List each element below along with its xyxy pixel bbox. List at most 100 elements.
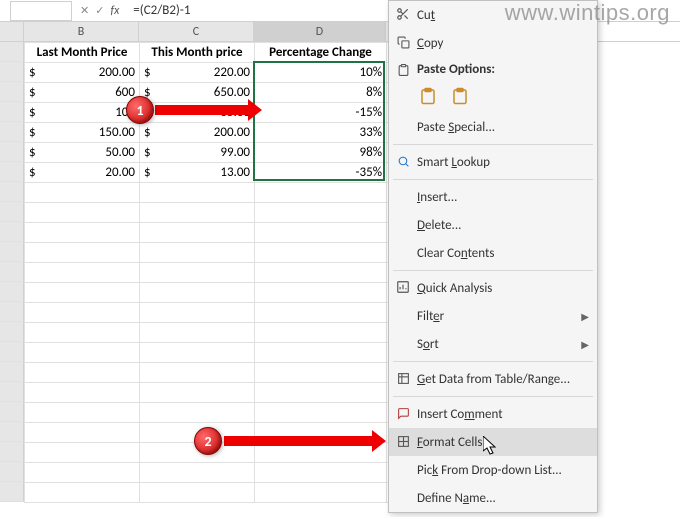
cell[interactable]: [140, 383, 255, 403]
cell[interactable]: [140, 283, 255, 303]
cell[interactable]: $220.00: [140, 63, 255, 83]
menu-insert-comment[interactable]: Insert Comment: [389, 400, 597, 428]
cell[interactable]: $150.00: [25, 123, 140, 143]
name-box[interactable]: [10, 1, 72, 21]
cell[interactable]: [25, 363, 140, 383]
cell[interactable]: [25, 243, 140, 263]
paste-option-keep[interactable]: [417, 85, 439, 107]
menu-sort[interactable]: Sort▶: [389, 330, 597, 358]
cell[interactable]: [255, 243, 387, 263]
cell[interactable]: $650.00: [140, 83, 255, 103]
cell[interactable]: [255, 283, 387, 303]
cell[interactable]: [25, 323, 140, 343]
cell[interactable]: [255, 183, 387, 203]
cell[interactable]: [140, 403, 255, 423]
cell[interactable]: [25, 443, 140, 463]
cell[interactable]: $600: [25, 83, 140, 103]
cell[interactable]: [25, 263, 140, 283]
cell[interactable]: $99.00: [140, 143, 255, 163]
cell[interactable]: $200.00: [25, 63, 140, 83]
row-header[interactable]: [0, 242, 24, 262]
row-header[interactable]: [0, 422, 24, 442]
menu-copy[interactable]: Copy: [389, 29, 597, 57]
fx-icon[interactable]: fx: [110, 4, 119, 18]
col-header-c[interactable]: C: [139, 22, 254, 41]
cell[interactable]: 10%: [255, 63, 387, 83]
menu-pick-list[interactable]: Pick From Drop-down List...: [389, 456, 597, 484]
row-header[interactable]: [0, 122, 24, 142]
cell[interactable]: $200.00: [140, 123, 255, 143]
row-header[interactable]: [0, 202, 24, 222]
menu-quick-analysis[interactable]: Quick Analysis: [389, 274, 597, 302]
cell[interactable]: $20.00: [25, 163, 140, 183]
menu-get-data[interactable]: Get Data from Table/Range...: [389, 365, 597, 393]
cell[interactable]: [25, 303, 140, 323]
cell[interactable]: [25, 403, 140, 423]
menu-insert[interactable]: Insert...: [389, 183, 597, 211]
cell[interactable]: [255, 323, 387, 343]
row-header[interactable]: [0, 362, 24, 382]
cell[interactable]: 98%: [255, 143, 387, 163]
cell[interactable]: [140, 223, 255, 243]
cell[interactable]: [255, 363, 387, 383]
paste-option-values[interactable]: [449, 85, 471, 107]
cell[interactable]: [255, 223, 387, 243]
cell[interactable]: This Month price: [140, 43, 255, 63]
cell[interactable]: [255, 203, 387, 223]
cell[interactable]: [25, 423, 140, 443]
cell[interactable]: [140, 363, 255, 383]
cell[interactable]: $13.00: [140, 163, 255, 183]
row-header[interactable]: [0, 82, 24, 102]
cell[interactable]: [255, 263, 387, 283]
menu-delete[interactable]: Delete...: [389, 211, 597, 239]
row-header[interactable]: [0, 442, 24, 462]
row-header[interactable]: [0, 322, 24, 342]
cell[interactable]: -35%: [255, 163, 387, 183]
cell[interactable]: [140, 263, 255, 283]
cell[interactable]: [25, 463, 140, 483]
row-header[interactable]: [0, 282, 24, 302]
row-header[interactable]: [0, 482, 24, 502]
cell[interactable]: [255, 403, 387, 423]
cell[interactable]: [140, 483, 255, 503]
cell[interactable]: [255, 483, 387, 503]
cancel-icon[interactable]: ✕: [80, 4, 89, 17]
menu-define-name[interactable]: Define Name...: [389, 484, 597, 512]
menu-cut[interactable]: Cut: [389, 1, 597, 29]
row-header[interactable]: [0, 462, 24, 482]
cell[interactable]: [255, 463, 387, 483]
cell[interactable]: [140, 323, 255, 343]
confirm-icon[interactable]: ✓: [95, 4, 104, 17]
cell[interactable]: [255, 383, 387, 403]
row-header[interactable]: [0, 162, 24, 182]
menu-filter[interactable]: Filter▶: [389, 302, 597, 330]
menu-smart-lookup[interactable]: Smart Lookup: [389, 148, 597, 176]
row-header[interactable]: [0, 42, 24, 62]
cell[interactable]: -15%: [255, 103, 387, 123]
row-header[interactable]: [0, 342, 24, 362]
cell[interactable]: [25, 283, 140, 303]
row-header[interactable]: [0, 182, 24, 202]
cell[interactable]: [140, 203, 255, 223]
menu-clear[interactable]: Clear Contents: [389, 239, 597, 267]
cell[interactable]: [25, 343, 140, 363]
cell[interactable]: $50.00: [25, 143, 140, 163]
cell[interactable]: [140, 343, 255, 363]
cell[interactable]: [25, 383, 140, 403]
select-all-corner[interactable]: [0, 22, 24, 41]
row-header[interactable]: [0, 402, 24, 422]
col-header-d[interactable]: D: [254, 22, 386, 41]
cell[interactable]: [140, 303, 255, 323]
cell[interactable]: [255, 343, 387, 363]
row-header[interactable]: [0, 62, 24, 82]
cell[interactable]: $100: [25, 103, 140, 123]
cell[interactable]: [25, 203, 140, 223]
cell[interactable]: [140, 463, 255, 483]
menu-format-cells[interactable]: Format Cells...: [389, 428, 597, 456]
cell[interactable]: 33%: [255, 123, 387, 143]
cell[interactable]: [25, 223, 140, 243]
cell[interactable]: Percentage Change: [255, 43, 387, 63]
cell[interactable]: [140, 183, 255, 203]
cell[interactable]: [25, 483, 140, 503]
row-header[interactable]: [0, 302, 24, 322]
